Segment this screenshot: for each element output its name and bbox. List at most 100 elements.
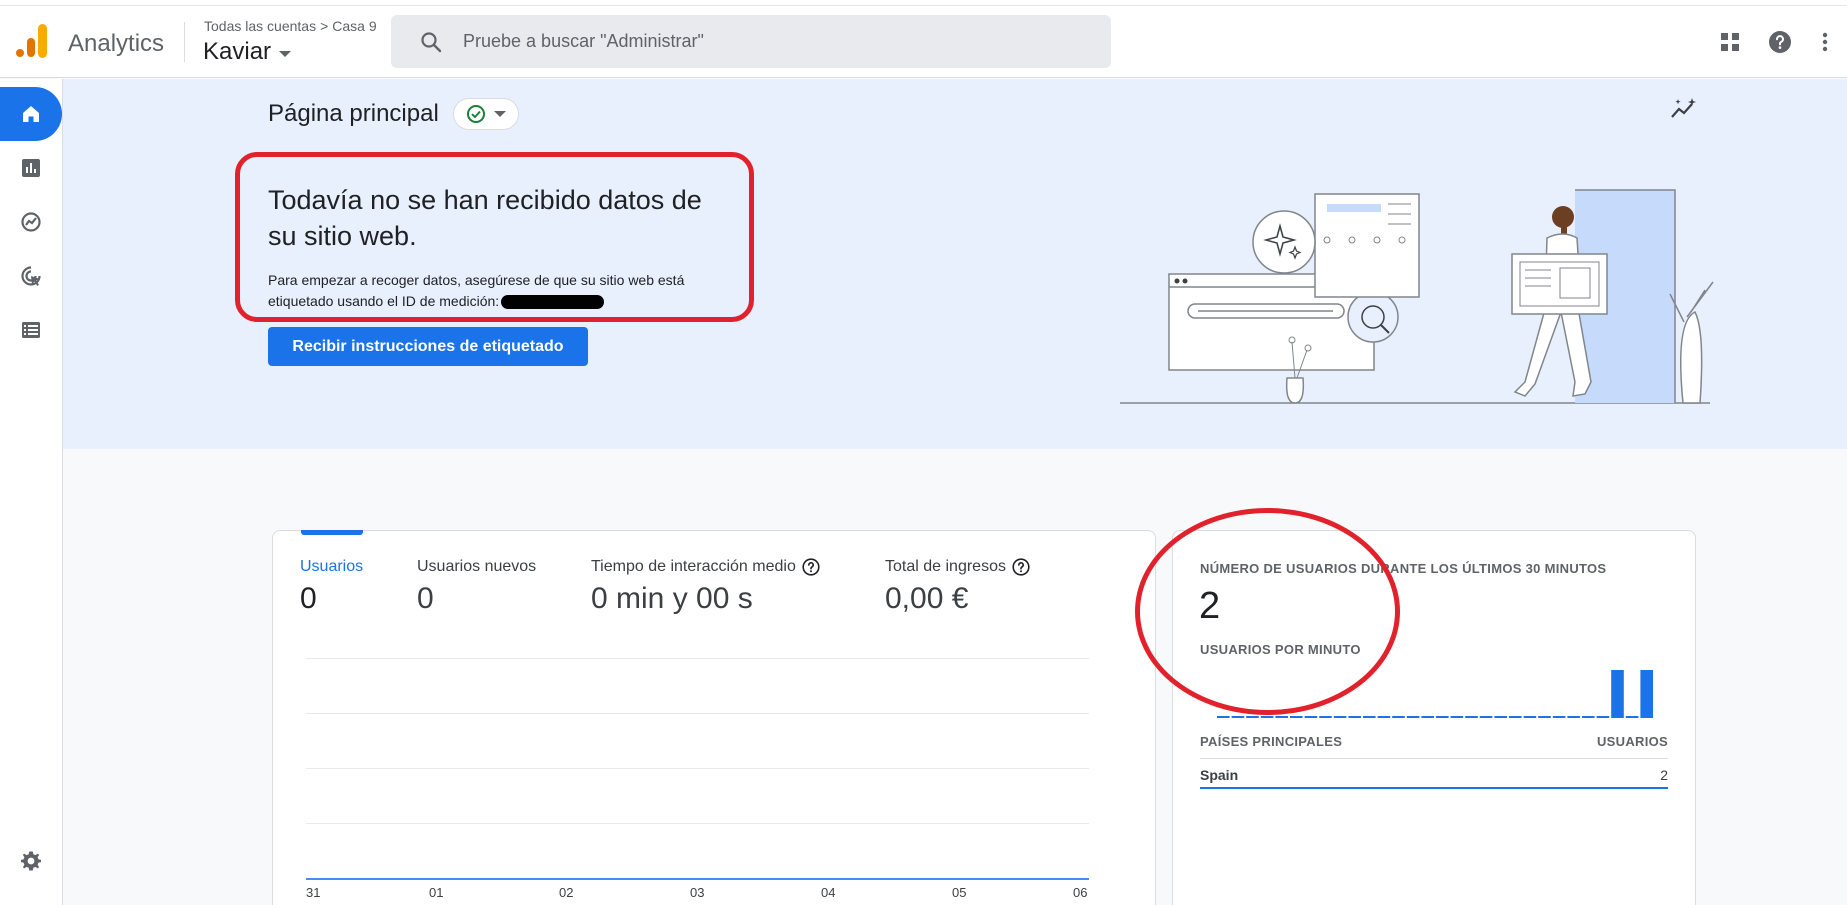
top-app-bar: Analytics Todas las cuentas > Casa 9 Kav…	[0, 6, 1847, 78]
nav-reports[interactable]	[0, 141, 62, 195]
x-tick-label: 03	[690, 885, 705, 900]
metric-value: 0 min y 00 s	[591, 582, 753, 615]
per-minute-bar	[1479, 716, 1493, 718]
per-minute-bar	[1582, 716, 1595, 718]
analytics-logo-icon[interactable]	[16, 24, 48, 58]
annotation-red-box	[235, 152, 754, 322]
per-minute-bar	[1611, 670, 1624, 718]
per-minute-bar	[1246, 716, 1259, 718]
per-minute-bar	[1640, 670, 1653, 718]
page-title: Página principal	[268, 100, 439, 127]
property-selector[interactable]: Kaviar	[203, 38, 292, 66]
per-minute-bar	[1421, 716, 1434, 718]
metric-tab-new-users[interactable]: Usuarios nuevos 0	[417, 558, 536, 616]
per-minute-bar	[1509, 716, 1522, 718]
per-minute-bar	[1333, 716, 1347, 718]
x-tick-label: 05	[952, 885, 967, 900]
metric-label-text: Usuarios	[300, 558, 364, 575]
metric-label: Usuarios nuevos	[417, 558, 536, 576]
per-minute-bar	[1231, 716, 1245, 718]
help-outline-icon[interactable]	[802, 558, 820, 576]
search-bar[interactable]	[391, 15, 1111, 68]
breadcrumb-account[interactable]: Casa 9	[332, 18, 376, 34]
search-icon	[421, 31, 442, 52]
per-minute-bar	[1552, 716, 1566, 718]
per-minute-bar	[1436, 716, 1449, 718]
left-navigation	[0, 79, 63, 905]
metric-tab-total-revenue[interactable]: Total de ingresos 0,00 €	[885, 558, 1030, 616]
metric-tab-users[interactable]: Usuarios 0	[300, 558, 363, 616]
more-vert-icon[interactable]	[1813, 30, 1837, 54]
metric-label: Tiempo de interacción medio	[591, 558, 820, 576]
property-name: Kaviar	[203, 38, 272, 65]
annotation-red-ellipse	[1135, 508, 1400, 715]
per-minute-bar	[1538, 716, 1551, 718]
per-minute-bar	[1406, 716, 1420, 718]
nav-explore[interactable]	[0, 195, 62, 249]
metric-value: 0	[417, 582, 434, 615]
per-minute-bar	[1494, 716, 1507, 718]
per-minute-bar	[1567, 716, 1580, 718]
country-name: Spain	[1200, 767, 1239, 783]
chip-caret-down-icon	[494, 111, 506, 117]
users-column-header: USUARIOS	[1596, 734, 1668, 749]
hero-illustration	[1120, 189, 1714, 404]
per-minute-bar	[1450, 716, 1464, 718]
bar-chart-icon	[22, 159, 40, 177]
x-tick-label: 06	[1073, 885, 1088, 900]
per-minute-bar	[1304, 716, 1318, 718]
chart-gridline	[306, 768, 1089, 769]
per-minute-bar	[1348, 716, 1361, 718]
table-divider	[1200, 758, 1668, 759]
metric-label-text: Usuarios nuevos	[417, 558, 537, 575]
home-icon	[23, 106, 39, 122]
breadcrumb-all-accounts[interactable]: Todas las cuentas	[204, 18, 316, 34]
breadcrumb-separator: >	[320, 18, 329, 34]
country-users: 2	[1660, 767, 1668, 783]
per-minute-bar	[1290, 716, 1303, 718]
nav-home[interactable]	[0, 87, 62, 141]
target-cursor-icon	[21, 266, 41, 286]
help-outline-icon[interactable]	[1012, 558, 1030, 576]
breadcrumb[interactable]: Todas las cuentas > Casa 9	[204, 18, 377, 34]
nav-configure[interactable]	[0, 303, 62, 357]
check-circle-icon	[467, 105, 485, 123]
users-series-line	[306, 878, 1089, 880]
per-minute-bar	[1465, 716, 1478, 718]
per-minute-bar	[1625, 716, 1639, 718]
active-tab-indicator	[301, 530, 363, 535]
search-input[interactable]	[463, 31, 1063, 52]
metric-label: Usuarios	[300, 558, 363, 576]
nav-advertising[interactable]	[0, 249, 62, 303]
chart-gridline	[306, 713, 1089, 714]
x-tick-label: 31	[306, 885, 321, 900]
metric-value: 0,00 €	[885, 582, 969, 615]
per-minute-bar	[1377, 716, 1391, 718]
help-icon[interactable]	[1768, 30, 1792, 54]
metric-tab-engagement-time[interactable]: Tiempo de interacción medio 0 min y 00 s	[591, 558, 820, 616]
per-minute-bar	[1275, 716, 1288, 718]
explore-icon	[21, 212, 41, 232]
x-tick-label: 01	[429, 885, 444, 900]
list-icon	[22, 322, 40, 338]
metric-label-text: Total de ingresos	[885, 558, 1006, 575]
top-countries-header: PAÍSES PRINCIPALES	[1200, 734, 1343, 749]
caret-down-icon	[279, 51, 292, 57]
tagging-instructions-button[interactable]: Recibir instrucciones de etiquetado	[268, 327, 588, 366]
metric-label: Total de ingresos	[885, 558, 1030, 576]
data-status-chip[interactable]	[453, 98, 519, 130]
per-minute-bar	[1392, 716, 1405, 718]
gear-icon	[21, 851, 41, 871]
per-minute-bar	[1596, 716, 1610, 718]
insights-icon[interactable]	[1670, 97, 1698, 121]
nav-admin[interactable]	[0, 834, 62, 888]
chart-gridline	[306, 823, 1089, 824]
x-tick-label: 04	[821, 885, 836, 900]
metric-label-text: Tiempo de interacción medio	[591, 558, 796, 575]
per-minute-bar	[1319, 716, 1332, 718]
apps-grid-icon[interactable]	[1718, 30, 1742, 54]
per-minute-bar	[1363, 716, 1376, 718]
per-minute-bar	[1523, 716, 1537, 718]
header-divider	[184, 22, 185, 62]
metric-value: 0	[300, 582, 317, 615]
